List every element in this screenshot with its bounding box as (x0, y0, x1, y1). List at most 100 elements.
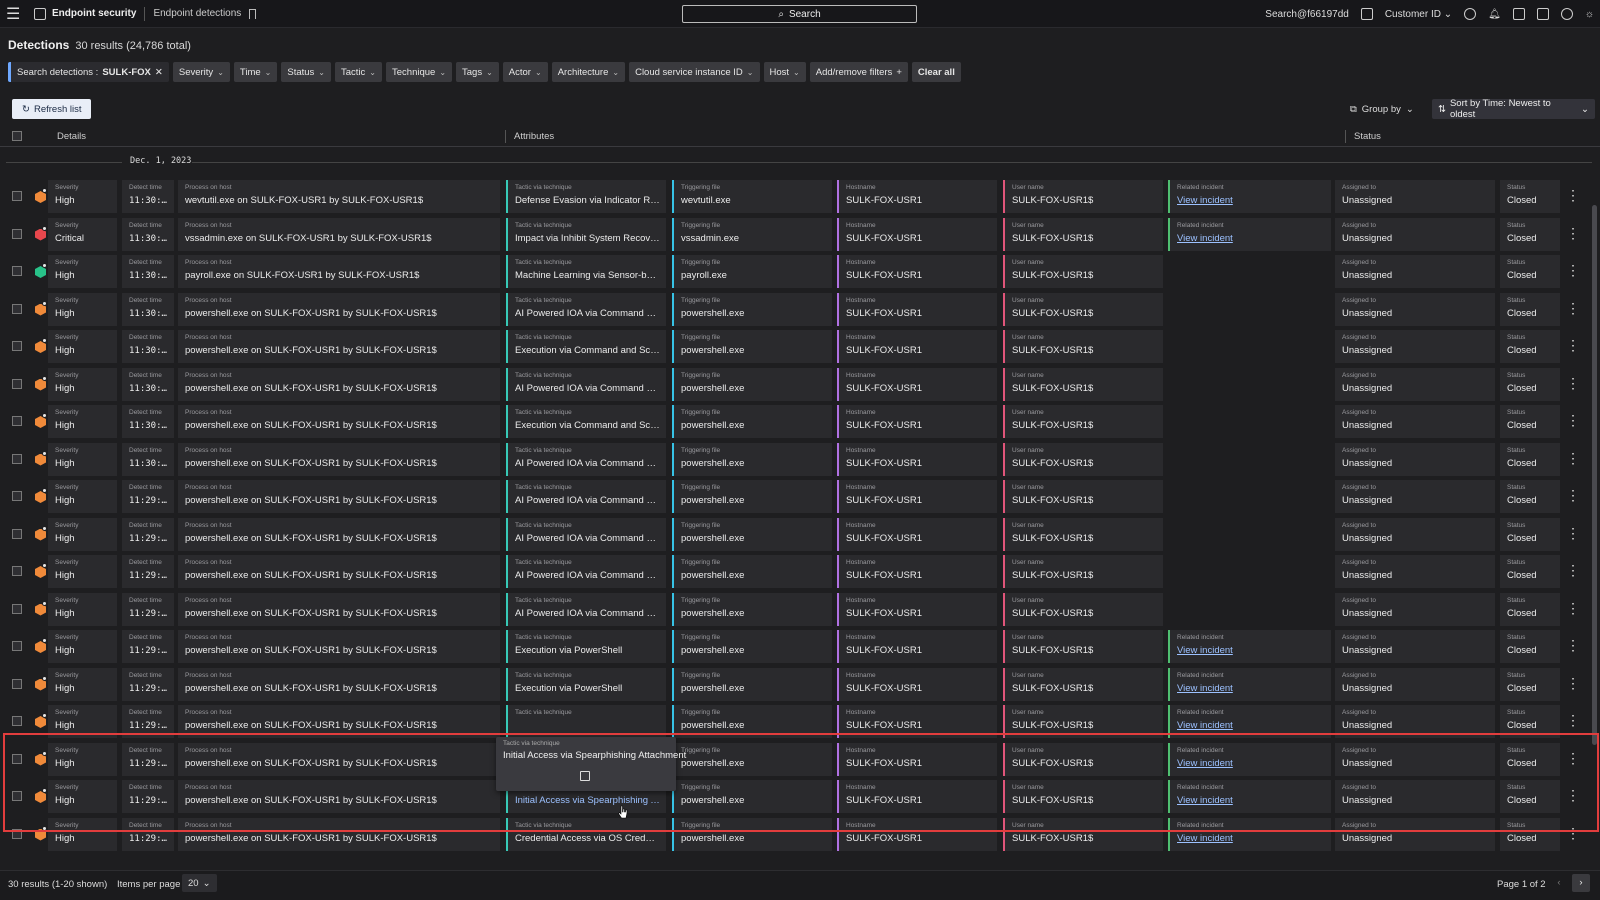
table-row[interactable]: Severity High Detect time 11:30:10 Process o… (0, 366, 1592, 404)
cell-tactic[interactable]: Tactic via technique Execution via Comman… (506, 405, 666, 438)
global-search-button[interactable]: ⌕ Search (682, 5, 917, 23)
cell-tactic[interactable]: Tactic via technique Machine Learning via… (506, 255, 666, 288)
row-checkbox[interactable] (12, 341, 22, 351)
column-divider[interactable] (505, 130, 506, 143)
scrollbar[interactable] (1592, 205, 1597, 745)
more-actions-icon[interactable]: ⋮ (1566, 338, 1580, 352)
more-actions-icon[interactable]: ⋮ (1566, 713, 1580, 727)
cell-value[interactable]: View incident (1177, 195, 1325, 207)
filter-chip[interactable]: Cloud service instance ID ⌄ (629, 62, 760, 82)
cell-incident[interactable]: Related incident View incident (1168, 780, 1331, 813)
cell-value[interactable]: View incident (1177, 758, 1325, 770)
cell-incident[interactable]: Related incident View incident (1168, 217, 1331, 251)
row-checkbox[interactable] (12, 378, 22, 389)
cell-value[interactable]: View incident (1177, 233, 1325, 245)
hamburger-menu-icon[interactable]: ☰ (6, 4, 30, 24)
select-all-checkbox[interactable] (12, 131, 22, 141)
messages-icon[interactable] (1512, 8, 1525, 20)
column-divider[interactable] (1345, 130, 1346, 143)
table-row[interactable]: Severity High Detect time 11:30:15 Process o… (0, 328, 1592, 366)
user-icon[interactable] (1560, 8, 1573, 20)
more-actions-icon[interactable]: ⋮ (1566, 188, 1580, 202)
table-row[interactable]: Severity High Detect time 11:29:51 Process o… (0, 478, 1592, 516)
more-actions-icon[interactable]: ⋮ (1566, 638, 1580, 652)
row-checkbox[interactable] (12, 566, 22, 576)
more-actions-icon[interactable]: ⋮ (1566, 676, 1580, 690)
group-by-button[interactable]: ⧉ Group by ⌄ (1350, 99, 1414, 119)
table-row[interactable]: Severity High Detect time 11:29:25 Process o… (0, 591, 1592, 629)
refresh-list-button[interactable]: ↻ Refresh list (12, 99, 92, 119)
table-row[interactable]: Severity High Detect time 11:29:25 Process o… (0, 553, 1592, 591)
more-actions-icon[interactable]: ⋮ (1566, 526, 1580, 540)
copy-icon[interactable] (580, 771, 590, 781)
search-filter-chip[interactable]: Search detections : SULK-FOX ✕ (8, 62, 169, 82)
filter-chip[interactable]: Status ⌄ (281, 62, 331, 82)
table-row[interactable]: Severity High Detect time 11:29:21 Process o… (0, 778, 1592, 816)
cell-tactic[interactable]: Tactic via technique Defense Evasion via … (506, 180, 666, 213)
cell-incident[interactable]: Related incident View incident (1168, 817, 1331, 851)
row-checkbox[interactable] (12, 603, 22, 614)
row-checkbox[interactable] (12, 828, 22, 839)
table-row[interactable]: Severity High Detect time 11:29:31 Process o… (0, 516, 1592, 554)
calendar-icon[interactable] (1360, 8, 1373, 20)
cell-value[interactable]: View incident (1177, 833, 1325, 845)
table-row[interactable]: Severity High Detect time 11:30:49 Process o… (0, 178, 1592, 216)
previous-page-button[interactable]: ‹ (1550, 874, 1568, 892)
table-row[interactable]: Severity High Detect time 11:29:23 Process o… (0, 666, 1592, 704)
table-row[interactable]: Severity High Detect time 11:29:21 Process o… (0, 816, 1592, 854)
more-actions-icon[interactable]: ⋮ (1566, 563, 1580, 577)
table-row[interactable]: Severity High Detect time 11:30:10 Process o… (0, 403, 1592, 441)
cell-tactic[interactable]: Tactic via technique (506, 705, 666, 738)
row-checkbox[interactable] (12, 453, 22, 464)
table-row[interactable]: Severity High Detect time 11:29:22 Process o… (0, 703, 1592, 741)
cell-incident[interactable]: Related incident View incident (1168, 742, 1331, 776)
cell-incident[interactable]: Related incident View incident (1168, 667, 1331, 701)
filter-chip[interactable]: Architecture ⌄ (551, 62, 626, 82)
table-row[interactable]: Severity High Detect time 11:29:23 Process o… (0, 628, 1592, 666)
cell-incident[interactable]: Related incident View incident (1168, 705, 1331, 738)
row-checkbox[interactable] (12, 528, 22, 539)
row-checkbox[interactable] (12, 303, 22, 314)
more-actions-icon[interactable]: ⋮ (1566, 601, 1580, 615)
more-actions-icon[interactable]: ⋮ (1566, 826, 1580, 840)
table-row[interactable]: Severity High Detect time 11:30:21 Process o… (0, 291, 1592, 329)
filter-chip[interactable]: Actor ⌄ (502, 62, 548, 82)
row-checkbox[interactable] (12, 716, 22, 726)
next-page-button[interactable]: › (1572, 874, 1590, 892)
filter-chip[interactable]: Technique ⌄ (386, 62, 453, 82)
settings-icon[interactable]: ☼ (1585, 9, 1594, 20)
table-row[interactable]: Severity High Detect time 11:30:31 Process o… (0, 253, 1592, 291)
sort-by-button[interactable]: ⇅ Sort by Time: Newest to oldest ⌄ (1432, 98, 1595, 120)
table-row[interactable]: Severity Critical Detect time 11:30:43 Proce… (0, 216, 1592, 254)
clear-all-button[interactable]: Clear all (911, 62, 961, 82)
row-checkbox[interactable] (12, 228, 22, 239)
filter-chip[interactable]: Tags ⌄ (456, 62, 499, 82)
cell-value[interactable]: View incident (1177, 720, 1325, 732)
filter-chip[interactable]: Host ⌄ (763, 62, 806, 82)
more-actions-icon[interactable]: ⋮ (1566, 226, 1580, 240)
cell-tactic[interactable]: Tactic via technique AI Powered IOA via C… (506, 367, 666, 401)
more-actions-icon[interactable]: ⋮ (1566, 413, 1580, 427)
row-checkbox[interactable] (12, 266, 22, 276)
table-row[interactable]: Severity High Detect time 11:29:21 Process o… (0, 741, 1592, 779)
row-checkbox[interactable] (12, 416, 22, 426)
more-actions-icon[interactable]: ⋮ (1566, 488, 1580, 502)
more-actions-icon[interactable]: ⋮ (1566, 376, 1580, 390)
cell-tactic[interactable]: Tactic via technique AI Powered IOA via C… (506, 592, 666, 626)
items-per-page-select[interactable]: 20 ⌄ (182, 874, 217, 892)
filter-chip[interactable]: Time ⌄ (233, 62, 278, 82)
user-search-id[interactable]: Search@f66197dd (1265, 9, 1349, 20)
cell-tactic[interactable]: Tactic via technique Credential Access vi… (506, 817, 666, 851)
cell-value[interactable]: View incident (1177, 645, 1325, 657)
more-actions-icon[interactable]: ⋮ (1566, 451, 1580, 465)
filter-chip[interactable]: Severity ⌄ (172, 62, 230, 82)
cell-tactic[interactable]: Tactic via technique AI Powered IOA via C… (506, 442, 666, 476)
more-actions-icon[interactable]: ⋮ (1566, 263, 1580, 277)
bell-icon[interactable]: 🔔︎ (1488, 9, 1501, 20)
cell-value[interactable]: View incident (1177, 683, 1325, 695)
add-remove-filters-button[interactable]: Add/remove filters + (809, 62, 908, 82)
row-checkbox[interactable] (12, 191, 22, 201)
cell-tactic[interactable]: Tactic via technique AI Powered IOA via C… (506, 480, 666, 513)
more-actions-icon[interactable]: ⋮ (1566, 301, 1580, 315)
column-details[interactable]: Details (57, 131, 86, 142)
